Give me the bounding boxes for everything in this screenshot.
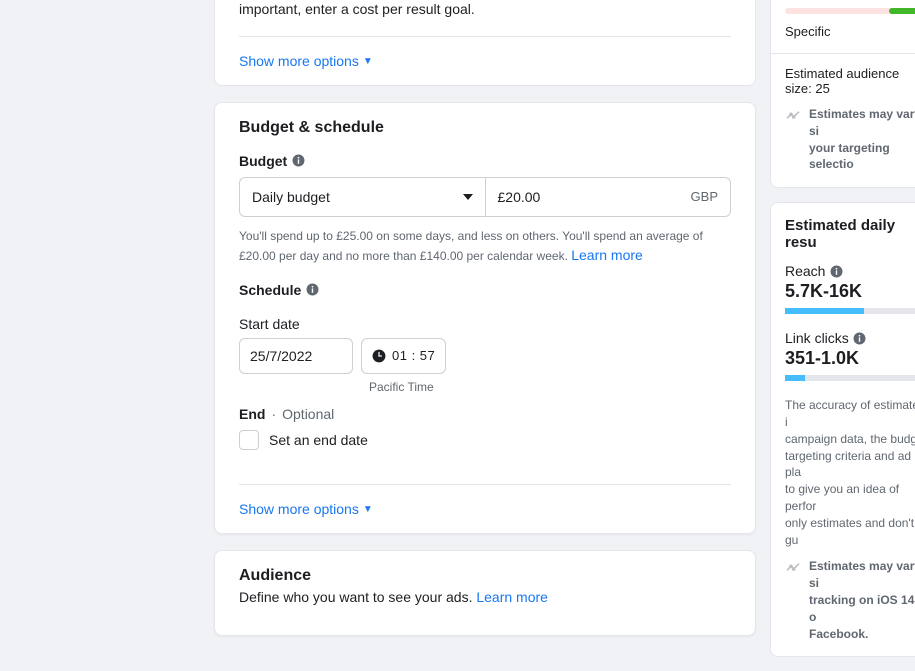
learn-more-link[interactable]: Learn more	[476, 589, 548, 605]
info-icon[interactable]	[291, 154, 305, 168]
gauge-fill	[889, 8, 915, 14]
budget-schedule-card: Budget & schedule Budget Daily budget £2…	[214, 102, 756, 534]
set-end-date-checkbox[interactable]	[239, 430, 259, 450]
estimated-daily-heading: Estimated daily resu	[785, 217, 915, 251]
budget-type-value: Daily budget	[252, 189, 330, 205]
chevron-down-icon	[463, 194, 473, 200]
budget-currency: GBP	[691, 189, 718, 204]
budget-label-row: Budget	[239, 153, 731, 169]
show-more-label: Show more options	[239, 53, 359, 69]
accuracy-line-1: The accuracy of estimates i	[785, 397, 915, 431]
audience-card: Audience Define who you want to see your…	[214, 550, 756, 636]
accuracy-line-2: campaign data, the budget	[785, 431, 915, 448]
audience-subtitle-text: Define who you want to see your ads.	[239, 589, 476, 605]
reach-label: Reach	[785, 263, 825, 279]
budget-schedule-title: Budget & schedule	[239, 119, 731, 137]
estimated-audience-size: Estimated audience size: 25	[785, 66, 915, 96]
end-label: End	[239, 406, 265, 422]
optional-label: Optional	[282, 406, 334, 422]
budget-amount-value: £20.00	[498, 189, 541, 205]
vary-line-3: Facebook.	[809, 626, 915, 643]
gauge-specific-label: Specific	[785, 24, 915, 39]
caret-down-icon: ▼	[363, 56, 373, 67]
info-icon[interactable]	[829, 264, 843, 278]
reach-value: 5.7K-16K	[785, 281, 915, 302]
budget-amount-input[interactable]: £20.00 GBP	[485, 177, 732, 217]
accuracy-line-4: to give you an idea of perfor	[785, 481, 915, 515]
clock-icon	[372, 349, 386, 363]
cost-goal-text: important, enter a cost per result goal.	[239, 0, 731, 20]
learn-more-link[interactable]: Learn more	[571, 247, 643, 263]
audience-gauge	[785, 8, 915, 14]
caret-down-icon: ▼	[363, 504, 373, 515]
start-date-label: Start date	[239, 316, 731, 332]
clicks-bar	[785, 375, 915, 381]
start-date-value: 25/7/2022	[250, 348, 312, 364]
vary-line-2: tracking on iOS 14.5 o	[809, 592, 915, 626]
info-icon[interactable]	[305, 283, 319, 297]
reach-bar	[785, 308, 915, 314]
accuracy-line-5: only estimates and don't gu	[785, 515, 915, 549]
divider	[239, 484, 731, 485]
show-more-label: Show more options	[239, 501, 359, 517]
info-icon[interactable]	[853, 331, 867, 345]
set-end-date-label: Set an end date	[269, 432, 368, 448]
estimated-daily-results-card: Estimated daily resu Reach 5.7K-16K Link…	[770, 202, 915, 657]
accuracy-line-3: targeting criteria and ad pla	[785, 448, 915, 482]
show-more-options-link[interactable]: Show more options ▼	[239, 53, 373, 69]
link-clicks-label: Link clicks	[785, 330, 849, 346]
vary-line-1: Estimates may vary si	[809, 558, 915, 592]
timezone-label: Pacific Time	[369, 380, 731, 394]
start-time-input[interactable]: 01 : 57	[361, 338, 446, 374]
trend-icon	[785, 559, 801, 575]
budget-type-select[interactable]: Daily budget	[239, 177, 485, 217]
start-date-input[interactable]: 25/7/2022	[239, 338, 353, 374]
budget-hint: You'll spend up to £25.00 on some days, …	[239, 227, 731, 266]
trend-icon	[785, 107, 801, 123]
vary-note-1: Estimates may vary si	[809, 106, 915, 140]
cost-goal-card-remnant: important, enter a cost per result goal.…	[214, 0, 756, 86]
vary-note-2: your targeting selectio	[809, 140, 915, 174]
audience-subtitle: Define who you want to see your ads. Lea…	[239, 589, 731, 605]
divider	[771, 53, 915, 54]
budget-label: Budget	[239, 153, 287, 169]
clicks-bar-fill	[785, 375, 805, 381]
schedule-label-row: Schedule	[239, 282, 731, 298]
dot-separator: ·	[271, 406, 276, 422]
audience-definition-card: Specific Estimated audience size: 25 Est…	[770, 0, 915, 188]
show-more-options-link[interactable]: Show more options ▼	[239, 501, 373, 517]
link-clicks-value: 351-1.0K	[785, 348, 915, 369]
schedule-label: Schedule	[239, 282, 301, 298]
audience-title: Audience	[239, 567, 731, 585]
reach-bar-fill	[785, 308, 864, 314]
start-time-value: 01 : 57	[392, 348, 435, 363]
divider	[239, 36, 731, 37]
